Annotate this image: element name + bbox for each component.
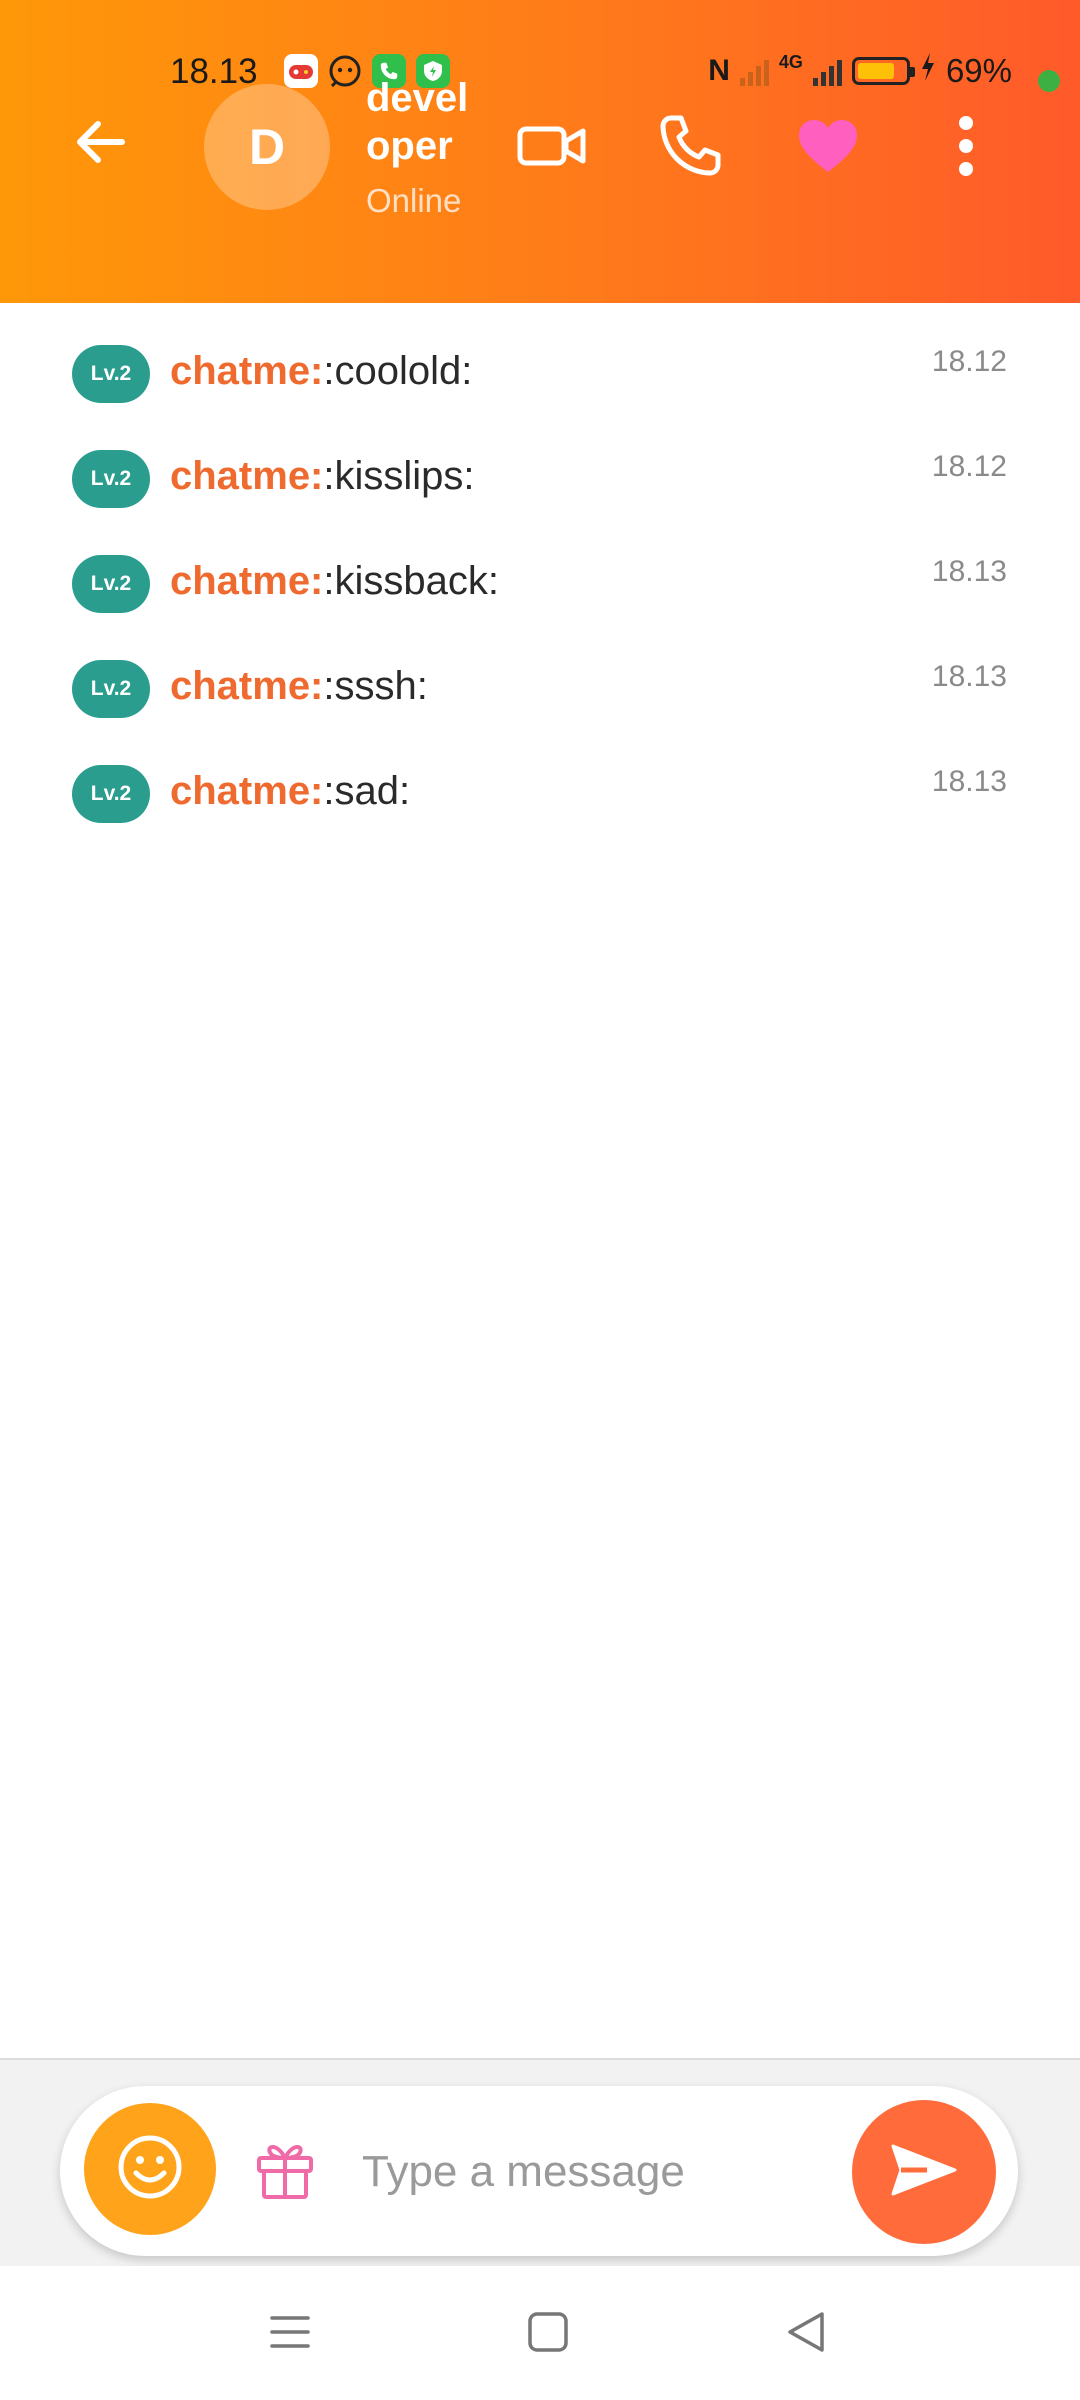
heart-icon — [797, 118, 859, 179]
message-input[interactable] — [360, 2126, 834, 2218]
message-sender[interactable]: chatme: — [170, 454, 323, 498]
gift-icon — [255, 2138, 315, 2205]
contact-avatar[interactable]: D — [204, 84, 330, 210]
level-badge: Lv.2 — [72, 450, 150, 508]
privacy-indicator-dot — [1038, 70, 1060, 92]
emoji-icon — [116, 2133, 184, 2206]
more-options-button[interactable] — [926, 108, 1006, 188]
message-list[interactable]: Lv.2 chatme::coolold: 18.12 Lv.2 chatme:… — [0, 303, 1080, 828]
send-button[interactable] — [852, 2100, 996, 2244]
level-badge: Lv.2 — [72, 660, 150, 718]
favorite-button[interactable] — [788, 108, 868, 188]
back-button[interactable] — [70, 112, 150, 182]
battery-percent: 69% — [945, 52, 1012, 89]
message-content: chatme::sad: — [170, 765, 410, 817]
avatar-initial: D — [248, 119, 286, 175]
signal-sim2-icon — [812, 56, 842, 86]
voice-call-button[interactable] — [650, 108, 730, 188]
message-time: 18.12 — [931, 345, 1007, 378]
back-arrow-icon — [70, 121, 130, 176]
message-content: chatme::sssh: — [170, 660, 428, 712]
message-content: chatme::kissback: — [170, 555, 499, 607]
message-row[interactable]: Lv.2 chatme::coolold: 18.12 — [0, 303, 1080, 408]
home-button[interactable] — [508, 2304, 588, 2364]
more-vert-icon — [956, 113, 976, 184]
chat-header: 18.13 N 4G 69% D developer Online — [0, 0, 1080, 303]
message-text: :sssh: — [323, 664, 428, 708]
gift-button[interactable] — [240, 2126, 330, 2216]
message-row[interactable]: Lv.2 chatme::kissback: 18.13 — [0, 513, 1080, 618]
system-navigation-bar — [0, 2266, 1080, 2400]
message-text: :kisslips: — [323, 454, 475, 498]
network-type: 4G — [778, 52, 803, 72]
recent-apps-button[interactable] — [250, 2304, 330, 2364]
system-status: N 4G 69% — [708, 52, 1012, 90]
back-icon — [784, 2310, 828, 2359]
message-composer — [60, 2086, 1018, 2256]
message-row[interactable]: Lv.2 chatme::sssh: 18.13 — [0, 618, 1080, 723]
status-bar: 18.13 N 4G 69% — [0, 40, 1080, 104]
message-sender[interactable]: chatme: — [170, 664, 323, 708]
message-text: :coolold: — [323, 349, 473, 393]
level-badge: Lv.2 — [72, 345, 150, 403]
message-sender[interactable]: chatme: — [170, 349, 323, 393]
nfc-icon: N — [708, 54, 730, 87]
status-time: 18.13 — [170, 52, 258, 91]
level-badge: Lv.2 — [72, 765, 150, 823]
battery-icon — [851, 57, 915, 85]
game-icon — [284, 54, 318, 88]
send-icon — [889, 2140, 959, 2205]
charging-icon — [920, 52, 936, 90]
message-text: :sad: — [323, 769, 411, 813]
message-time: 18.13 — [931, 660, 1007, 693]
level-badge: Lv.2 — [72, 555, 150, 613]
message-sender[interactable]: chatme: — [170, 559, 323, 603]
chat-bot-icon — [328, 54, 362, 88]
message-content: chatme::coolold: — [170, 345, 472, 397]
message-row[interactable]: Lv.2 chatme::sad: 18.13 — [0, 723, 1080, 828]
message-time: 18.12 — [931, 450, 1007, 483]
contact-status: Online — [366, 182, 462, 219]
signal-sim1-icon — [739, 56, 769, 86]
message-text: :kissback: — [323, 559, 499, 603]
video-call-button[interactable] — [512, 108, 592, 188]
emoji-button[interactable] — [84, 2103, 216, 2235]
message-row[interactable]: Lv.2 chatme::kisslips: 18.12 — [0, 408, 1080, 513]
home-icon — [526, 2310, 570, 2359]
video-call-icon — [517, 121, 587, 176]
message-time: 18.13 — [931, 555, 1007, 588]
system-back-button[interactable] — [766, 2304, 846, 2364]
menu-icon — [268, 2312, 312, 2357]
message-content: chatme::kisslips: — [170, 450, 475, 502]
message-sender[interactable]: chatme: — [170, 769, 323, 813]
message-time: 18.13 — [931, 765, 1007, 798]
contact-name[interactable]: developer — [366, 74, 476, 170]
voice-call-icon — [657, 113, 723, 184]
